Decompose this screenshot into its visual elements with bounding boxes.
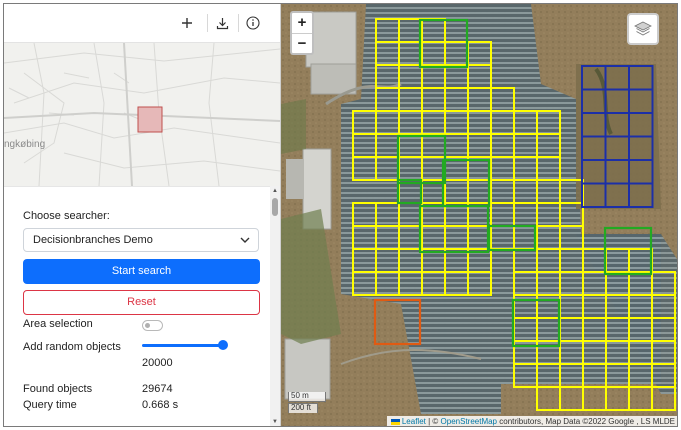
zoom-in-button[interactable]: + xyxy=(292,13,312,33)
overview-map[interactable]: ngkøbing xyxy=(4,43,280,186)
scroll-down-icon[interactable]: ▼ xyxy=(271,418,279,426)
toolbar-divider xyxy=(207,14,208,32)
add-random-objects-label: Add random objects xyxy=(23,341,121,353)
info-icon[interactable] xyxy=(242,12,264,34)
viewport-indicator xyxy=(137,106,163,133)
overview-map-streets xyxy=(4,43,280,186)
attribution-separator: | © xyxy=(425,417,441,426)
search-panel: Choose searcher: Decisionbranches Demo S… xyxy=(4,186,270,426)
openstreetmap-link[interactable]: OpenStreetMap xyxy=(441,417,497,426)
reset-button[interactable]: Reset xyxy=(23,290,260,315)
scale-imperial: 200 ft xyxy=(288,403,318,413)
scrollbar-thumb[interactable] xyxy=(272,198,278,216)
searcher-select[interactable]: Decisionbranches Demo xyxy=(23,228,259,252)
found-objects-value: 29674 xyxy=(142,383,173,395)
found-objects-label: Found objects xyxy=(23,383,93,395)
zoom-out-button[interactable]: − xyxy=(292,33,312,53)
building xyxy=(284,338,331,400)
area-selection-label: Area selection xyxy=(23,318,93,330)
satellite-map[interactable]: + − 50 m 200 ft Leaflet | © OpenStreetMa… xyxy=(280,4,678,427)
searcher-select-value: Decisionbranches Demo xyxy=(33,234,153,246)
chevron-down-icon xyxy=(240,237,250,243)
scale-metric: 50 m xyxy=(288,392,326,402)
random-objects-value: 20000 xyxy=(142,357,173,369)
area-selection-toggle[interactable] xyxy=(142,320,163,331)
slider-thumb[interactable] xyxy=(218,340,228,350)
query-time-label: Query time xyxy=(23,399,77,411)
toolbar xyxy=(4,4,280,43)
toolbar-divider xyxy=(238,14,239,32)
map-attribution: Leaflet | © OpenStreetMap contributors, … xyxy=(386,416,677,426)
toggle-knob xyxy=(145,323,150,328)
random-objects-slider[interactable] xyxy=(142,339,228,351)
download-icon[interactable] xyxy=(211,12,233,34)
building xyxy=(310,63,357,95)
slider-track xyxy=(142,344,226,347)
choose-searcher-label: Choose searcher: xyxy=(23,210,110,222)
leaflet-link[interactable]: Leaflet xyxy=(402,417,426,426)
leaflet-flag-icon xyxy=(390,418,400,425)
plus-icon[interactable] xyxy=(176,12,198,34)
query-time-value: 0.668 s xyxy=(142,399,179,411)
attribution-text: contributors, Map Data ©2022 Google , LS… xyxy=(497,417,675,426)
start-search-button[interactable]: Start search xyxy=(23,259,260,284)
app-window: ngkøbing Choose searcher: Decisionbranch… xyxy=(3,3,678,427)
layers-icon xyxy=(634,21,652,36)
panel-scrollbar[interactable]: ▲ ▼ xyxy=(270,186,280,426)
scroll-up-icon[interactable]: ▲ xyxy=(271,187,279,195)
layers-button[interactable] xyxy=(627,13,659,45)
sidebar: ngkøbing Choose searcher: Decisionbranch… xyxy=(4,4,280,426)
map-canvas[interactable] xyxy=(281,4,678,427)
place-label: ngkøbing xyxy=(4,139,46,150)
zoom-control: + − xyxy=(290,11,314,55)
